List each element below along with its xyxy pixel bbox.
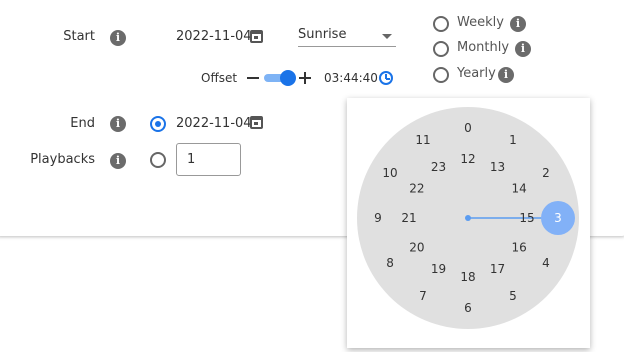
yearly-info-icon[interactable]: i [498,67,514,83]
start-calendar-icon[interactable] [250,30,263,43]
playbacks-label: Playbacks [30,152,95,167]
weekly-info-icon[interactable]: i [510,16,526,32]
start-label: Start [63,29,95,44]
yearly-label: Yearly [457,66,496,81]
inner-hour-20[interactable]: 20 [409,241,424,255]
offset-slider-thumb[interactable] [280,70,296,86]
playbacks-info-icon[interactable]: i [110,153,126,169]
outer-hour-2[interactable]: 2 [542,166,550,180]
monthly-info-icon[interactable]: i [515,41,531,57]
inner-hour-13[interactable]: 13 [490,160,505,174]
radio-monthly[interactable] [433,41,449,57]
end-calendar-icon[interactable] [250,116,263,129]
outer-hour-9[interactable]: 9 [374,211,382,225]
minus-icon[interactable] [247,77,259,79]
inner-hour-17[interactable]: 17 [490,262,505,276]
clock-icon[interactable] [379,71,393,85]
inner-hour-12[interactable]: 12 [460,152,475,166]
inner-hour-21[interactable]: 21 [401,211,416,225]
start-event-select-value: Sunrise [298,27,347,42]
inner-hour-23[interactable]: 23 [431,160,446,174]
inner-hour-22[interactable]: 22 [409,182,424,196]
radio-playbacks[interactable] [150,152,166,168]
chevron-down-icon [382,34,392,39]
outer-hour-0[interactable]: 0 [464,121,472,135]
playbacks-input[interactable]: 1 [176,143,241,176]
monthly-label: Monthly [457,40,510,55]
offset-time[interactable]: 03:44:40 [324,71,378,85]
outer-hour-10[interactable]: 10 [382,166,397,180]
plus-icon-vertical [304,72,306,84]
inner-hour-15[interactable]: 15 [519,211,534,225]
start-event-select[interactable]: Sunrise [298,26,396,47]
outer-hour-6[interactable]: 6 [464,301,472,315]
end-label: End [70,116,95,131]
outer-hour-5[interactable]: 5 [509,289,517,303]
clock-face[interactable]: 01234567891011121314151617181920212223 [347,98,590,348]
inner-hour-18[interactable]: 18 [460,270,475,284]
radio-yearly[interactable] [433,67,449,83]
offset-label: Offset [201,71,238,85]
start-date[interactable]: 2022-11-04 [176,29,252,44]
radio-weekly[interactable] [433,16,449,32]
end-info-icon[interactable]: i [110,116,126,132]
time-picker-popup: 0 1 2 3 4 5 6 7 8 9 10 11 12 13 14 15 16 17 18 19 20 21 22 23 [347,98,590,348]
inner-hour-16[interactable]: 16 [511,241,526,255]
outer-hour-4[interactable]: 4 [542,256,550,270]
end-date[interactable]: 2022-11-04 [176,116,252,131]
start-info-icon[interactable]: i [110,30,126,46]
outer-hour-7[interactable]: 7 [419,289,427,303]
outer-hour-3[interactable]: 3 [554,211,562,225]
weekly-label: Weekly [457,15,504,30]
inner-hour-14[interactable]: 14 [511,182,526,196]
outer-hour-1[interactable]: 1 [509,133,517,147]
inner-hour-19[interactable]: 19 [431,262,446,276]
outer-hour-8[interactable]: 8 [386,256,394,270]
outer-hour-11[interactable]: 11 [415,133,430,147]
radio-end-date[interactable] [150,116,166,132]
